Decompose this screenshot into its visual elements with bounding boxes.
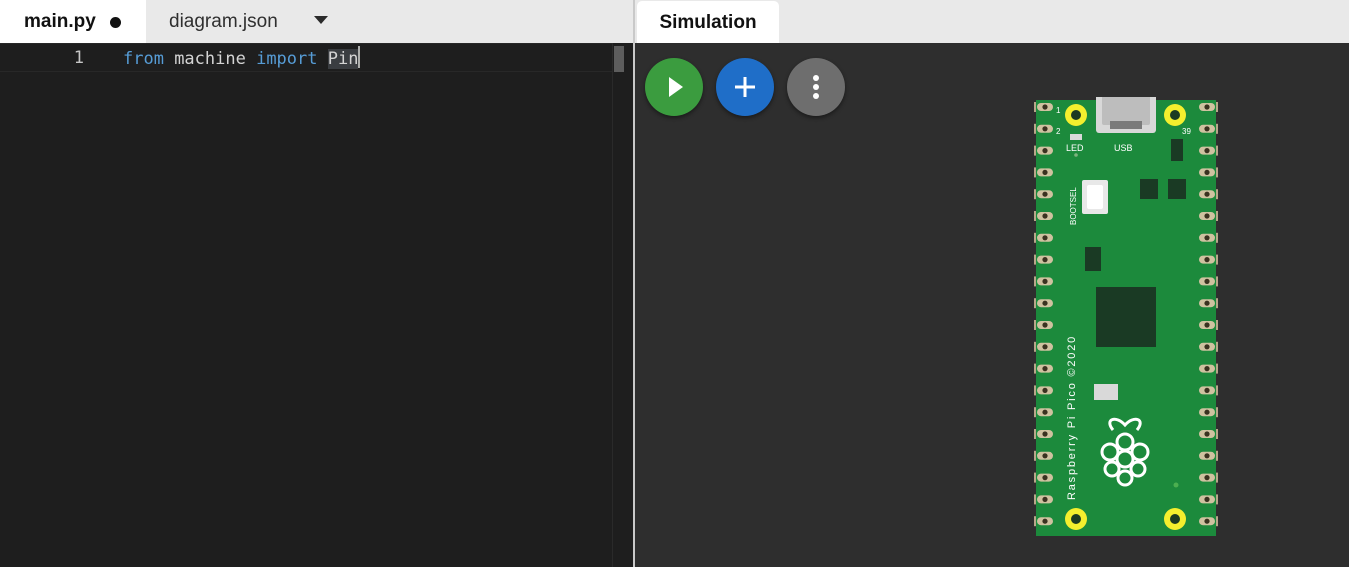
pin-hole	[1204, 496, 1210, 502]
pin-hole	[1204, 387, 1210, 393]
pin-hole	[1042, 453, 1048, 459]
led-label: LED	[1066, 143, 1084, 153]
pin-hole	[1204, 104, 1210, 110]
pin-hole	[1042, 344, 1048, 350]
usb-connector	[1096, 97, 1156, 133]
pin-hole	[1204, 475, 1210, 481]
pin-hole	[1042, 213, 1048, 219]
pin-hole	[1204, 213, 1210, 219]
pin-hole	[1042, 409, 1048, 415]
pin-hole	[1204, 518, 1210, 524]
pin-hole	[1042, 387, 1048, 393]
pin-hole	[1042, 104, 1048, 110]
pin-hole	[1042, 191, 1048, 197]
tab-main-py[interactable]: main.py	[0, 0, 146, 43]
editor-tab-bar: main.py diagram.json	[0, 0, 633, 43]
plus-icon	[735, 77, 755, 97]
kebab-icon	[813, 75, 819, 99]
pin-hole	[1042, 366, 1048, 372]
pin-hole	[1204, 300, 1210, 306]
pin-hole	[1042, 322, 1048, 328]
pin-hole	[1204, 191, 1210, 197]
pin-hole	[1042, 518, 1048, 524]
pin-hole	[1204, 366, 1210, 372]
simulation-pane: Simulation	[635, 0, 1349, 567]
more-options-button[interactable]	[787, 58, 845, 116]
pin-hole	[1204, 257, 1210, 263]
usb-label: USB	[1114, 143, 1133, 153]
pin-hole	[1204, 169, 1210, 175]
pin-hole	[1042, 148, 1048, 154]
board-name-label: Raspberry Pi Pico ©2020	[1066, 335, 1078, 500]
pin-hole	[1042, 169, 1048, 175]
tab-main-py-label: main.py	[24, 11, 96, 32]
code-line[interactable]: from machine import Pin	[123, 46, 361, 71]
add-part-button[interactable]	[716, 58, 774, 116]
code-token-word-highlight: Pin	[327, 49, 359, 69]
tab-diagram-json-label: diagram.json	[169, 11, 278, 32]
bootsel-label: BOOTSEL	[1069, 187, 1078, 225]
pin-hole	[1042, 126, 1048, 132]
text-cursor	[358, 46, 361, 68]
pin-hole	[1042, 300, 1048, 306]
pin-hole	[1204, 148, 1210, 154]
pin-hole	[1042, 496, 1048, 502]
pin-hole	[1204, 431, 1210, 437]
start-simulation-button[interactable]	[645, 58, 703, 116]
pin-hole	[1204, 453, 1210, 459]
pin-hole	[1204, 344, 1210, 350]
code-editor-pane: main.py diagram.json 1 from machine impo…	[0, 0, 634, 567]
code-token-keyword: import	[256, 49, 318, 69]
pin-hole	[1042, 431, 1048, 437]
unsaved-dot-icon	[110, 17, 121, 28]
code-token: machine	[163, 49, 257, 69]
pin-hole	[1204, 278, 1210, 284]
pin-hole	[1204, 235, 1210, 241]
pin-hole	[1042, 257, 1048, 263]
pin-1-label: 1	[1056, 106, 1061, 115]
caret-down-icon[interactable]	[308, 10, 334, 32]
raspberry-pi-pico-board[interactable]: 1 2 39 LED USB BOOTSEL Raspberry Pi Pico…	[1034, 97, 1218, 537]
pin-2-label: 2	[1056, 127, 1061, 136]
pin-hole	[1204, 322, 1210, 328]
editor-scrollbar[interactable]	[612, 43, 634, 567]
tab-simulation[interactable]: Simulation	[637, 1, 779, 43]
pin-hole	[1042, 475, 1048, 481]
pin-hole	[1204, 126, 1210, 132]
code-token-keyword: from	[123, 49, 164, 69]
pin-hole	[1204, 409, 1210, 415]
pin-39-label: 39	[1182, 127, 1191, 136]
code-area[interactable]: 1 from machine import Pin	[0, 43, 633, 567]
tab-diagram-json[interactable]: diagram.json	[146, 0, 306, 43]
scrollbar-thumb[interactable]	[614, 46, 624, 72]
pin-hole	[1042, 235, 1048, 241]
simulation-tab-bar: Simulation	[635, 0, 1349, 43]
play-icon	[669, 77, 683, 97]
line-number: 1	[73, 48, 84, 68]
pin-hole	[1042, 278, 1048, 284]
